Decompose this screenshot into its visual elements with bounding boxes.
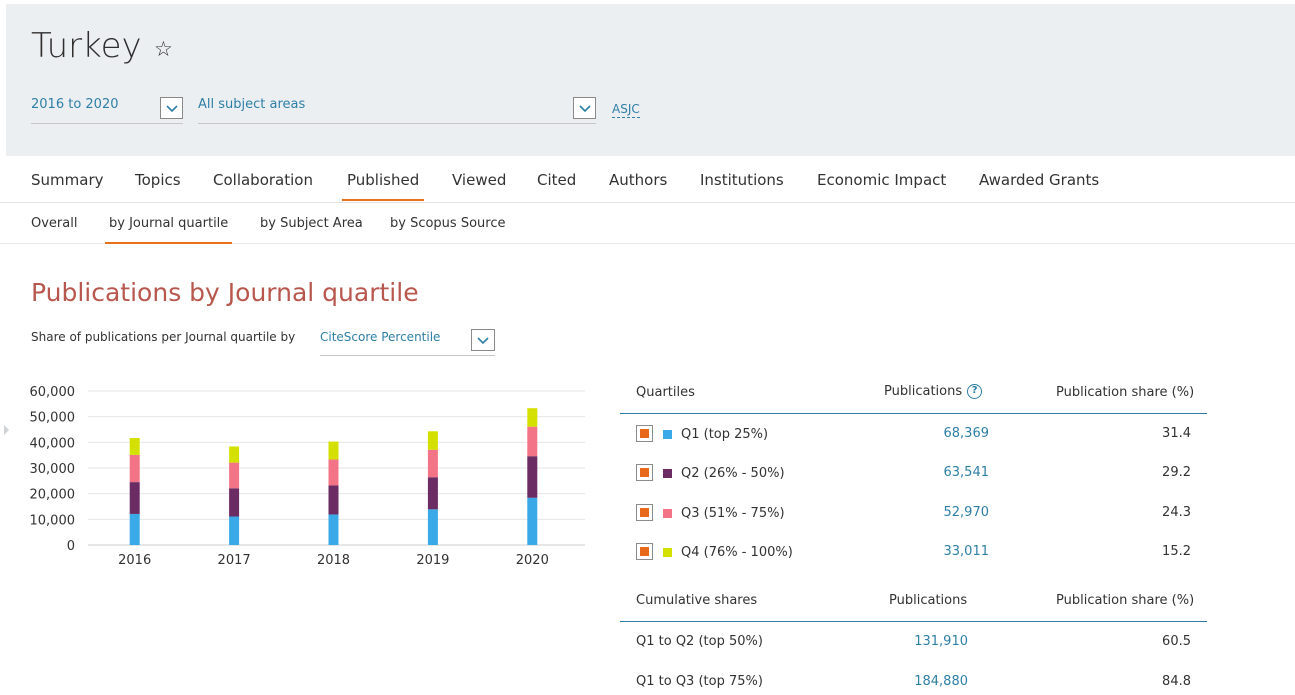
y-tick-label: 40,000 [30, 436, 76, 451]
bar-segment-q3 [229, 462, 240, 489]
share-value: 15.2 [1162, 544, 1191, 559]
tab-economic-impact[interactable]: Economic Impact [817, 171, 946, 189]
quartile-label: Q2 (26% - 50%) [681, 466, 785, 481]
subject-area-value: All subject areas [198, 97, 306, 112]
x-tick-label: 2019 [416, 553, 449, 568]
y-tick-label: 60,000 [30, 385, 76, 400]
x-tick-label: 2020 [516, 553, 549, 568]
bar-segment-q2 [427, 477, 438, 510]
q3-checkbox[interactable] [636, 504, 653, 521]
tab-collaboration[interactable]: Collaboration [213, 171, 313, 189]
bar-segment-q1 [229, 516, 240, 545]
tab-summary[interactable]: Summary [31, 171, 104, 189]
page-header: Turkey ☆ 2016 to 2020 All subject areas … [6, 4, 1295, 156]
tab-topics[interactable]: Topics [135, 171, 181, 189]
y-tick-label: 20,000 [30, 488, 76, 503]
share-value: 29.2 [1162, 465, 1191, 480]
share-value: 60.5 [1162, 634, 1191, 649]
bar-segment-q4 [427, 431, 438, 450]
bar-segment-q4 [527, 408, 538, 427]
tab-institutions[interactable]: Institutions [700, 171, 784, 189]
q1-checkbox[interactable] [636, 425, 653, 442]
share-value: 24.3 [1162, 505, 1191, 520]
quartile-label: Q1 (top 25%) [681, 427, 769, 442]
share-description: Share of publications per Journal quarti… [31, 330, 296, 344]
subtab-by-scopus-source[interactable]: by Scopus Source [390, 216, 505, 231]
main-tabs: Summary Topics Collaboration Published V… [0, 156, 1295, 203]
x-tick-label: 2018 [317, 553, 350, 568]
bar-segment-q2 [129, 482, 140, 514]
cumulative-label: Q1 to Q2 (top 50%) [636, 634, 763, 649]
q4-swatch [663, 548, 672, 557]
quartile-label: Q4 (76% - 100%) [681, 545, 793, 560]
tab-awarded-grants[interactable]: Awarded Grants [979, 171, 1099, 189]
quartile-bar-chart: 60,000 50,000 40,000 30,000 20,000 10,000 0 201… [30, 385, 585, 568]
bar-segment-q2 [527, 456, 538, 498]
bar-segment-q3 [328, 459, 339, 486]
chevron-down-icon[interactable] [160, 97, 183, 119]
bar-segment-q4 [129, 437, 140, 455]
header-quartiles: Quartiles [636, 385, 695, 400]
header-publication-share: Publication share (%) [1056, 385, 1195, 400]
section-title: Publications by Journal quartile [31, 278, 419, 307]
x-tick-label: 2016 [118, 553, 151, 568]
bar-segment-q4 [229, 446, 240, 463]
share-value: 31.4 [1162, 426, 1191, 441]
bar-segment-q3 [129, 454, 140, 483]
header-cumulative-share: Publication share (%) [1056, 593, 1195, 608]
bar-segment-q3 [427, 449, 438, 478]
bar-segment-q3 [527, 426, 538, 457]
bar-segment-q1 [527, 497, 538, 545]
publications-link[interactable]: 52,970 [889, 505, 990, 520]
y-tick-label: 30,000 [30, 462, 76, 477]
divider [620, 621, 1207, 622]
subtab-overall[interactable]: Overall [31, 216, 77, 231]
metric-value: CiteScore Percentile [320, 330, 441, 344]
divider [620, 413, 1207, 414]
y-tick-label: 50,000 [30, 411, 76, 426]
q2-swatch [663, 469, 672, 478]
tab-cited[interactable]: Cited [537, 171, 576, 189]
x-tick-label: 2017 [218, 553, 251, 568]
year-range-dropdown[interactable]: 2016 to 2020 [31, 92, 183, 124]
bar-segment-q1 [328, 514, 339, 545]
chevron-down-icon[interactable] [573, 97, 596, 119]
q4-checkbox[interactable] [636, 543, 653, 560]
q3-swatch [663, 509, 672, 518]
quartile-label: Q3 (51% - 75%) [681, 506, 785, 521]
star-icon[interactable]: ☆ [154, 37, 173, 61]
publications-link[interactable]: 131,910 [868, 634, 968, 649]
q2-checkbox[interactable] [636, 464, 653, 481]
year-range-value: 2016 to 2020 [31, 97, 119, 112]
share-value: 84.8 [1162, 674, 1191, 689]
y-tick-label: 0 [67, 539, 75, 554]
publications-link[interactable]: 68,369 [889, 426, 990, 441]
subtab-by-subject-area[interactable]: by Subject Area [260, 216, 363, 231]
header-publications: Publications? [884, 384, 983, 399]
cumulative-label: Q1 to Q3 (top 75%) [636, 674, 763, 689]
asjc-link[interactable]: ASJC [612, 101, 640, 118]
help-circle-icon[interactable]: ? [967, 384, 983, 399]
publications-link[interactable]: 63,541 [889, 465, 990, 480]
header-cumulative-publications: Publications [889, 593, 968, 608]
subject-area-dropdown[interactable]: All subject areas [198, 92, 596, 124]
tab-published[interactable]: Published [341, 171, 425, 201]
bar-segment-q4 [328, 441, 339, 460]
header-cumulative-shares: Cumulative shares [636, 593, 758, 608]
tab-authors[interactable]: Authors [609, 171, 667, 189]
metric-dropdown[interactable]: CiteScore Percentile [320, 324, 495, 356]
subtab-by-journal-quartile[interactable]: by Journal quartile [104, 216, 233, 244]
q1-swatch [663, 430, 672, 439]
tab-viewed[interactable]: Viewed [452, 171, 506, 189]
chevron-down-icon[interactable] [471, 329, 495, 351]
publications-link[interactable]: 184,880 [868, 674, 968, 689]
bar-segment-q1 [129, 513, 140, 545]
publications-link[interactable]: 33,011 [889, 544, 990, 559]
country-title: Turkey [31, 26, 142, 66]
bar-segment-q1 [427, 509, 438, 545]
sub-tabs: Overall by Journal quartile by Subject A… [0, 203, 1295, 244]
bar-segment-q2 [229, 488, 240, 517]
y-tick-label: 10,000 [30, 513, 76, 528]
bar-segment-q2 [328, 485, 339, 515]
